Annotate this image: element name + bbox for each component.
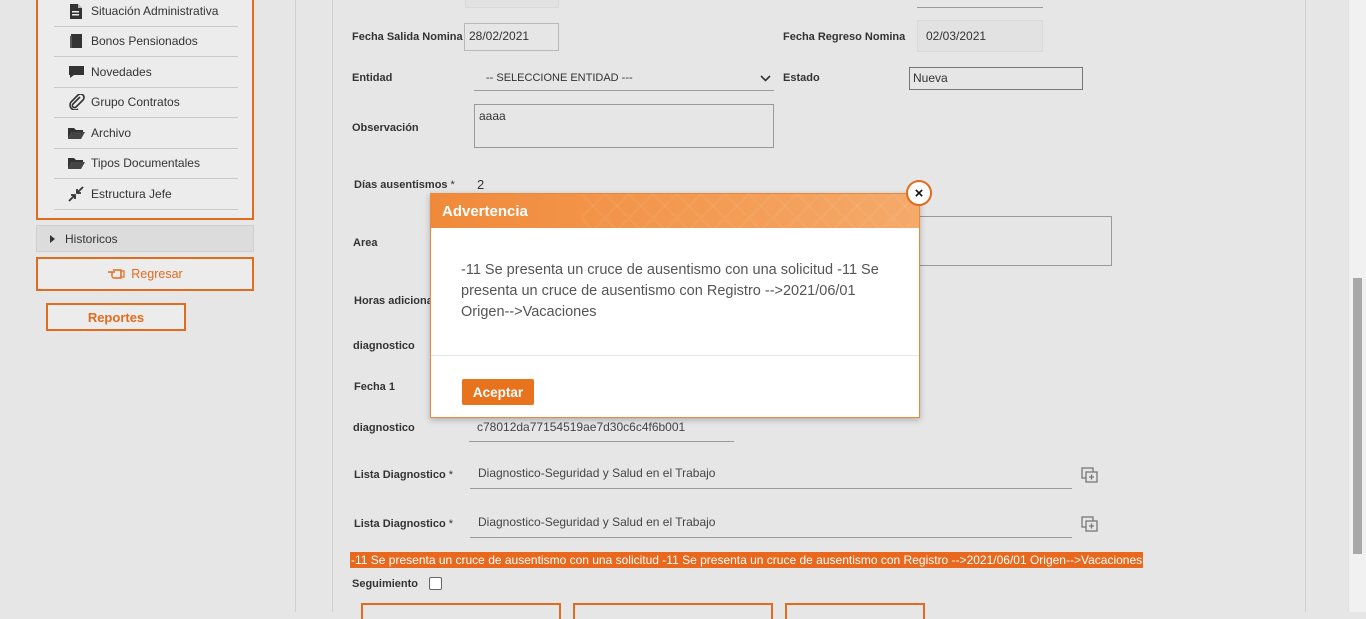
lista-diagnostico-text-2: Lista Diagnostico xyxy=(354,518,446,530)
required-mark: * xyxy=(448,469,453,481)
lista-diagnostico-input-2[interactable]: Diagnostico-Seguridad y Salud en el Trab… xyxy=(470,515,1072,538)
lista-diagnostico-text-1: Lista Diagnostico xyxy=(354,469,446,481)
top-partial-field-right[interactable] xyxy=(917,7,1043,8)
sidebar-item-label: Novedades xyxy=(91,65,152,79)
regresar-button[interactable]: Regresar xyxy=(36,257,254,291)
folder-open-icon xyxy=(66,124,86,142)
required-mark: * xyxy=(450,179,455,191)
estado-input[interactable]: Nueva xyxy=(909,67,1083,90)
fecha-salida-label: Fecha Salida Nomina xyxy=(352,31,463,43)
dias-ausentismos-text: Días ausentismos xyxy=(354,179,448,191)
diagnostico-label-2: diagnostico xyxy=(353,422,415,434)
diagnostico-input[interactable]: c78012da77154519ae7d30c6c4f6b001 xyxy=(469,420,734,442)
sidebar-item-situacion-administrativa[interactable]: Situación Administrativa xyxy=(54,0,238,27)
sidebar-item-label: Situación Administrativa xyxy=(91,4,219,18)
hand-point-left-icon xyxy=(108,269,125,279)
aceptar-button[interactable]: Aceptar xyxy=(462,379,534,405)
regresar-label: Regresar xyxy=(131,267,183,281)
add-window-icon[interactable] xyxy=(1081,467,1098,483)
error-message-bar: -11 Se presenta un cruce de ausentismo c… xyxy=(350,552,1144,568)
fecha-1-label: Fecha 1 xyxy=(354,381,395,393)
historicos-label: Historicos xyxy=(65,231,118,246)
lista-diagnostico-input-1[interactable]: Diagnostico-Seguridad y Salud en el Trab… xyxy=(470,466,1072,489)
lista-diagnostico-label-2: Lista Diagnostico * xyxy=(354,518,453,530)
dialog-header: Advertencia xyxy=(431,194,919,228)
dialog-divider xyxy=(431,355,919,356)
entidad-select-value: -- SELECCIONE ENTIDAD --- xyxy=(486,72,633,84)
sidebar-item-label: Archivo xyxy=(91,126,132,140)
sidebar-item-label: Grupo Contratos xyxy=(91,95,180,109)
fecha-regreso-label: Fecha Regreso Nomina xyxy=(783,31,906,43)
sidebar-item-grupo-contratos[interactable]: Grupo Contratos xyxy=(54,87,238,118)
estado-label: Estado xyxy=(783,72,820,84)
required-mark: * xyxy=(448,518,453,530)
sidebar-item-label: Tipos Documentales xyxy=(91,156,200,170)
chevron-down-icon xyxy=(760,74,771,82)
warning-dialog: Advertencia -11 Se presenta un cruce de … xyxy=(430,193,920,418)
book-icon xyxy=(66,32,86,50)
sidebar-item-estructura-jefe[interactable]: Estructura Jefe xyxy=(54,179,238,210)
folder-open-icon xyxy=(66,154,86,172)
seguimiento-checkbox[interactable] xyxy=(429,577,442,590)
seguimiento-label: Seguimiento xyxy=(352,578,419,590)
bottom-action-button-3[interactable] xyxy=(785,603,925,619)
caret-right-icon xyxy=(50,234,55,243)
reportes-button[interactable]: Reportes xyxy=(46,303,186,331)
page-scrollbar[interactable] xyxy=(1348,0,1366,612)
observacion-textarea[interactable]: aaaa xyxy=(474,104,774,148)
document-icon xyxy=(66,2,86,20)
top-partial-field-left[interactable] xyxy=(465,0,559,8)
sidebar-item-label: Bonos Pensionados xyxy=(91,34,198,48)
fecha-salida-input[interactable]: 28/02/2021 xyxy=(464,23,559,51)
sidebar-item-archivo[interactable]: Archivo xyxy=(54,118,238,149)
sidebar-item-bonos-pensionados[interactable]: Bonos Pensionados xyxy=(54,26,238,57)
fecha-regreso-input[interactable]: 02/03/2021 xyxy=(917,20,1043,52)
sidebar-menu-panel: Situación Administrativa Bonos Pensionad… xyxy=(36,0,254,220)
lista-diagnostico-label-1: Lista Diagnostico * xyxy=(354,469,453,481)
dias-ausentismos-label: Días ausentismos * xyxy=(354,179,455,191)
entidad-label: Entidad xyxy=(352,72,393,84)
dialog-message: -11 Se presenta un cruce de ausentismo c… xyxy=(461,262,879,320)
diagnostico-label-1: diagnostico xyxy=(353,340,415,352)
close-icon[interactable]: × xyxy=(906,180,932,206)
sidebar-item-historicos[interactable]: Historicos xyxy=(36,225,254,252)
dias-ausentismos-value: 2 xyxy=(477,177,485,192)
area-label: Area xyxy=(353,237,378,249)
sidebar-item-label: Estructura Jefe xyxy=(91,187,172,201)
paperclip-icon xyxy=(66,93,86,111)
observacion-label: Observación xyxy=(352,122,419,134)
bottom-action-button-1[interactable] xyxy=(361,603,561,619)
column-divider xyxy=(295,0,296,612)
scrollbar-thumb[interactable] xyxy=(1353,278,1362,554)
horas-adicionales-label: Horas adiciona xyxy=(354,295,433,307)
sidebar-item-novedades[interactable]: Novedades xyxy=(54,57,238,88)
sidebar-item-tipos-documentales[interactable]: Tipos Documentales xyxy=(54,148,238,179)
comment-icon xyxy=(66,63,86,81)
header-pattern xyxy=(581,194,911,228)
compress-icon xyxy=(66,185,86,203)
entidad-select[interactable]: -- SELECCIONE ENTIDAD --- xyxy=(474,66,774,91)
add-window-icon[interactable] xyxy=(1081,516,1098,532)
dialog-title: Advertencia xyxy=(442,203,528,220)
bottom-action-button-2[interactable] xyxy=(573,603,773,619)
reportes-label: Reportes xyxy=(87,309,145,325)
